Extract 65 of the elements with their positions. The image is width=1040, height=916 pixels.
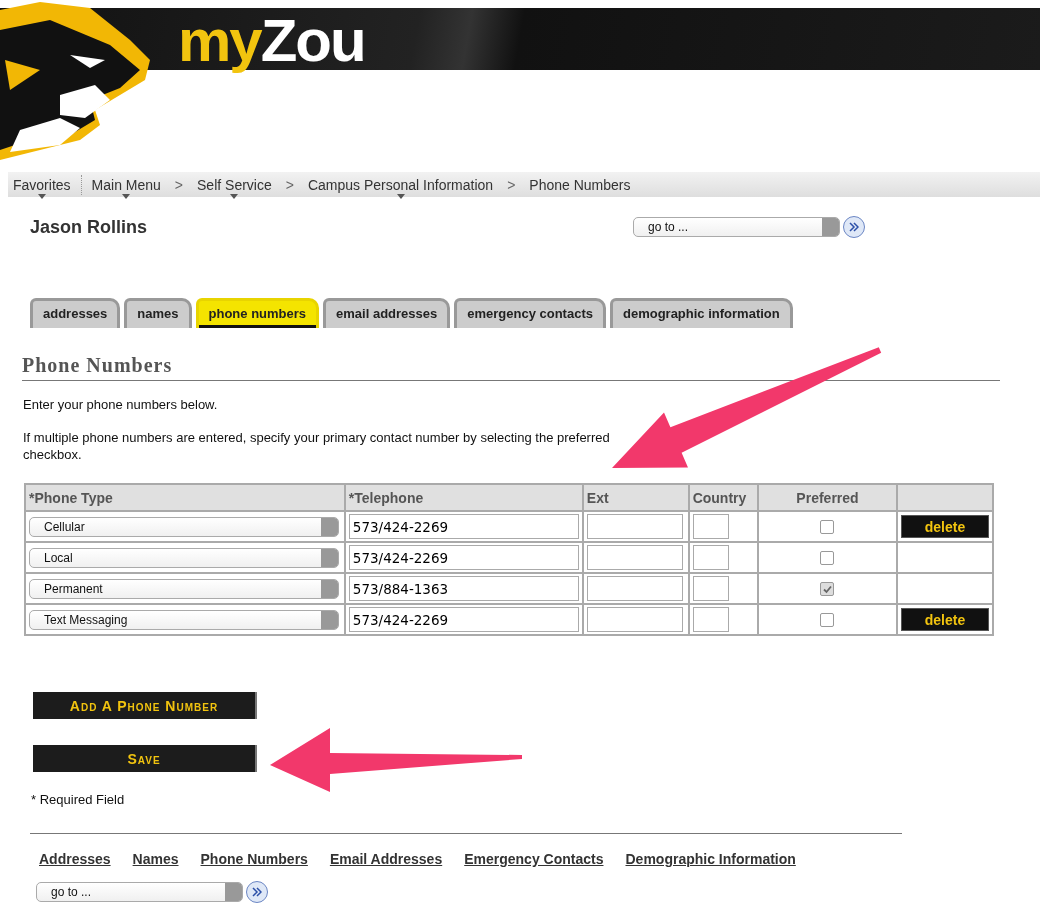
goto-select[interactable]: go to ... (36, 882, 243, 902)
breadcrumb-item[interactable]: Main Menu (91, 175, 161, 194)
telephone-field[interactable]: 573/424-2269 (348, 545, 579, 570)
caret-icon[interactable] (122, 193, 131, 199)
footer-link[interactable]: Demographic Information (625, 851, 796, 867)
tab[interactable]: names (124, 298, 192, 328)
telephone-field[interactable]: 573/424-2269 (348, 514, 579, 539)
goto-select[interactable]: go to ... (633, 217, 840, 237)
tab[interactable]: phone numbers (195, 298, 320, 328)
footer-link[interactable]: Names (132, 851, 179, 867)
footer-link[interactable]: Phone Numbers (200, 851, 308, 867)
delete-button[interactable]: delete (901, 608, 989, 631)
tab[interactable]: email addresses (323, 298, 451, 328)
breadcrumb-item[interactable]: Phone Numbers (529, 175, 631, 194)
telephone-field[interactable]: 573/424-2269 (348, 607, 579, 632)
double-chevron-icon (849, 222, 859, 232)
user-name: Jason Rollins (30, 216, 149, 238)
intro-text: Enter your phone numbers below. (23, 397, 219, 412)
tab[interactable]: demographic information (609, 298, 793, 328)
country-field[interactable] (692, 576, 729, 601)
double-chevron-icon (252, 887, 262, 897)
save-button[interactable]: Save (33, 745, 257, 772)
instructions-text: If multiple phone numbers are entered, specify your primary contact number by selecting the preferred checkbox. (23, 429, 611, 463)
phone-type-select[interactable]: Text Messaging (29, 609, 339, 630)
go-button[interactable] (843, 216, 865, 238)
ext-field[interactable] (586, 576, 683, 601)
breadcrumb-separator: > (507, 176, 516, 193)
country-field[interactable] (692, 545, 729, 570)
preferred-checkbox[interactable] (820, 520, 835, 535)
column-header: Ext (582, 484, 689, 511)
phone-type-select[interactable]: Permanent (29, 578, 339, 599)
breadcrumb-item[interactable]: Self Service (197, 175, 272, 194)
footer-link[interactable]: Addresses (39, 851, 111, 867)
logo-text: my (178, 7, 261, 74)
tab[interactable]: addresses (30, 298, 121, 328)
logo-text: Zou (260, 7, 365, 74)
preferred-checkbox[interactable] (820, 613, 835, 628)
breadcrumb-separator: > (174, 176, 184, 193)
phone-type-select[interactable]: Local (29, 547, 339, 568)
breadcrumb-item[interactable]: Favorites (13, 175, 71, 194)
add-phone-button[interactable]: Add A Phone Number (33, 692, 257, 719)
column-header: *Telephone (344, 484, 583, 511)
breadcrumb-separator: > (285, 176, 294, 193)
delete-button[interactable]: delete (901, 515, 989, 538)
phone-type-select[interactable]: Cellular (29, 516, 339, 537)
ext-field[interactable] (586, 607, 683, 632)
footer-link[interactable]: Emergency Contacts (464, 851, 604, 867)
go-button[interactable] (246, 881, 268, 903)
country-field[interactable] (692, 607, 729, 632)
ext-field[interactable] (586, 545, 683, 570)
telephone-field[interactable]: 573/884-1363 (348, 576, 579, 601)
column-header: Preferred (758, 484, 897, 511)
caret-icon[interactable] (230, 193, 239, 199)
column-header: *Phone Type (25, 484, 345, 511)
country-field[interactable] (692, 514, 729, 539)
preferred-checkbox[interactable] (820, 582, 835, 597)
preferred-checkbox[interactable] (820, 551, 835, 566)
caret-icon[interactable] (37, 193, 46, 199)
caret-icon[interactable] (396, 193, 405, 199)
ext-field[interactable] (586, 514, 683, 539)
column-header: Country (688, 484, 758, 511)
required-note: * Required Field (31, 792, 126, 807)
tab[interactable]: emergency contacts (454, 298, 606, 328)
footer-link[interactable]: Email Addresses (329, 851, 443, 867)
breadcrumb-item[interactable]: Campus Personal Information (307, 175, 494, 194)
